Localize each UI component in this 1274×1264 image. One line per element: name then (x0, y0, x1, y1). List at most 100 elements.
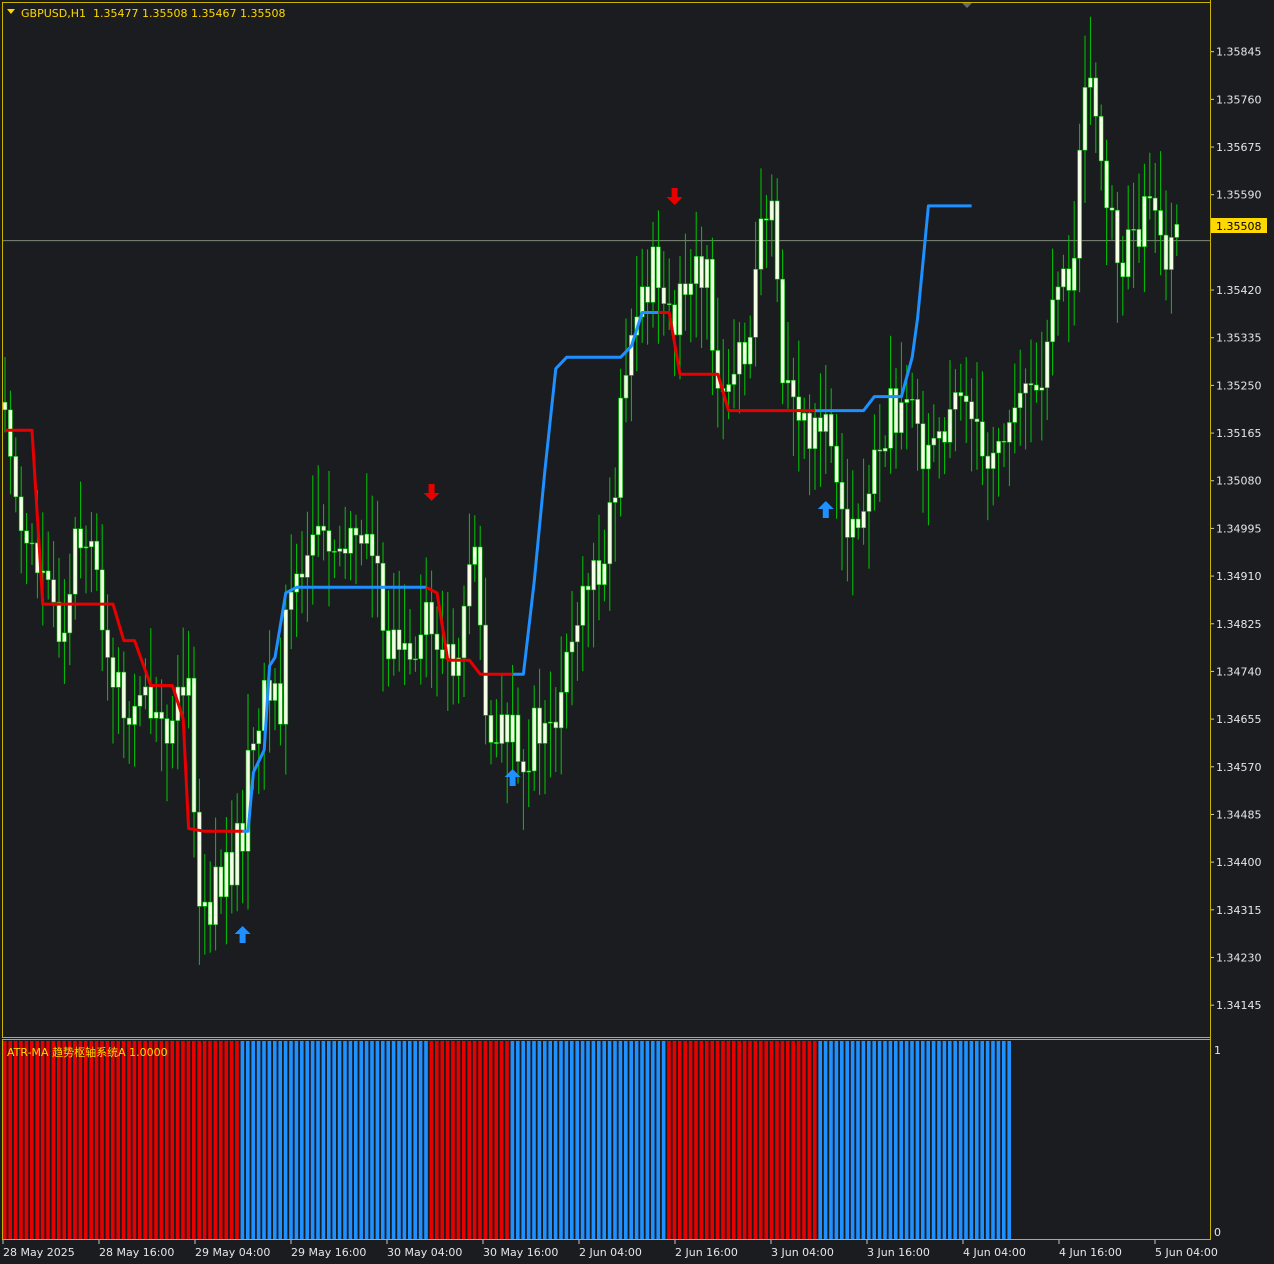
current-price-label: 1.35508 (1216, 220, 1262, 233)
histogram-bar (224, 1041, 228, 1239)
histogram-bar (67, 1041, 72, 1239)
candle-body (272, 683, 278, 701)
candle-body (564, 651, 569, 693)
candle-body (488, 715, 494, 743)
histogram-bar (737, 1041, 741, 1239)
histogram-bar (46, 1041, 50, 1239)
candle-body (737, 341, 742, 375)
candle-body (83, 546, 89, 549)
histogram-bar (289, 1041, 293, 1239)
candle-body (1163, 234, 1169, 270)
histogram-bar (159, 1041, 164, 1239)
candle-body (861, 511, 866, 529)
histogram-bar (715, 1041, 720, 1239)
histogram-bar (300, 1041, 304, 1239)
histogram-bar (13, 1041, 18, 1239)
histogram-bar (332, 1041, 336, 1239)
histogram-bar (823, 1041, 828, 1239)
histogram-bar (78, 1041, 83, 1239)
histogram-bar (894, 1041, 898, 1239)
chart-canvas[interactable]: 1.35845 1.35760 1.35675 1.35590 1.35420 1.353… (0, 0, 1274, 1264)
candle-body (963, 395, 969, 403)
histogram-bar (246, 1041, 250, 1239)
candle-body (1142, 196, 1147, 247)
histogram-bar (634, 1041, 639, 1239)
candle-body (429, 601, 434, 635)
time-tick-label: 2 Jun 16:00 (675, 1246, 738, 1259)
candle-body (1012, 407, 1018, 423)
candle-body (45, 570, 51, 581)
histogram-bar (559, 1041, 563, 1239)
candle-body (51, 579, 56, 603)
price-tick-label: 1.34655 (1216, 713, 1262, 726)
candle-body (504, 714, 510, 743)
candle-body (116, 671, 121, 688)
candle-body (1001, 440, 1007, 443)
candle-body (132, 705, 137, 725)
candle-body (1098, 116, 1104, 162)
candle-body (872, 449, 877, 495)
histogram-bar (575, 1041, 579, 1239)
histogram-bar (219, 1041, 223, 1239)
histogram-bar (651, 1041, 655, 1239)
candle-body (542, 722, 548, 744)
price-tick-label: 1.34740 (1216, 665, 1262, 678)
candle-body (126, 717, 132, 725)
histogram-bar (121, 1041, 126, 1239)
price-tick-label: 1.34315 (1216, 904, 1262, 917)
histogram-bar (942, 1041, 947, 1239)
candle-body (985, 455, 991, 469)
histogram-bar (62, 1041, 66, 1239)
histogram-bar (1007, 1041, 1011, 1239)
indicator-histogram (3, 1041, 1011, 1239)
candle-body (283, 609, 289, 725)
histogram-bar (494, 1041, 498, 1239)
candle-body (807, 412, 812, 449)
candle-body (8, 409, 13, 457)
histogram-bar (57, 1041, 61, 1239)
candle-body (191, 677, 197, 813)
histogram-bar (537, 1041, 542, 1239)
histogram-bar (175, 1041, 180, 1239)
histogram-bar (364, 1041, 369, 1239)
candle-body (882, 447, 888, 452)
candle-body (310, 534, 316, 556)
candle-body (494, 742, 499, 744)
histogram-bar (283, 1041, 288, 1239)
candle-body (515, 714, 521, 762)
histogram-bar (116, 1041, 120, 1239)
candle-body (818, 417, 823, 432)
candle-body (661, 287, 667, 304)
candle-body (72, 528, 78, 595)
price-tick-label: 1.35420 (1216, 284, 1262, 297)
histogram-bar (316, 1041, 320, 1239)
candle-body (94, 540, 100, 571)
histogram-bar (780, 1041, 785, 1239)
histogram-bar (30, 1041, 34, 1239)
candle-body (575, 625, 580, 643)
candle-body (1131, 229, 1136, 231)
price-tick-label: 1.34485 (1216, 808, 1262, 821)
candle-body (947, 409, 953, 443)
candle-body (801, 412, 807, 421)
histogram-bar (240, 1041, 245, 1239)
histogram-bar (386, 1041, 390, 1239)
histogram-bar (667, 1041, 671, 1239)
candle-body (915, 399, 920, 425)
candle-body (942, 431, 947, 443)
histogram-bar (251, 1041, 255, 1239)
candle-body (423, 601, 429, 636)
time-tick-label: 29 May 16:00 (291, 1246, 366, 1259)
candle-body (1050, 299, 1055, 343)
histogram-bar (327, 1041, 331, 1239)
histogram-bar (931, 1041, 936, 1239)
histogram-bar (721, 1041, 725, 1239)
histogram-bar (840, 1041, 844, 1239)
candle-body (774, 200, 780, 280)
histogram-bar (926, 1041, 930, 1239)
candle-body (612, 497, 618, 503)
histogram-bar (408, 1041, 412, 1239)
histogram-bar (618, 1041, 623, 1239)
candle-body (650, 246, 656, 303)
candle-body (1158, 210, 1163, 236)
